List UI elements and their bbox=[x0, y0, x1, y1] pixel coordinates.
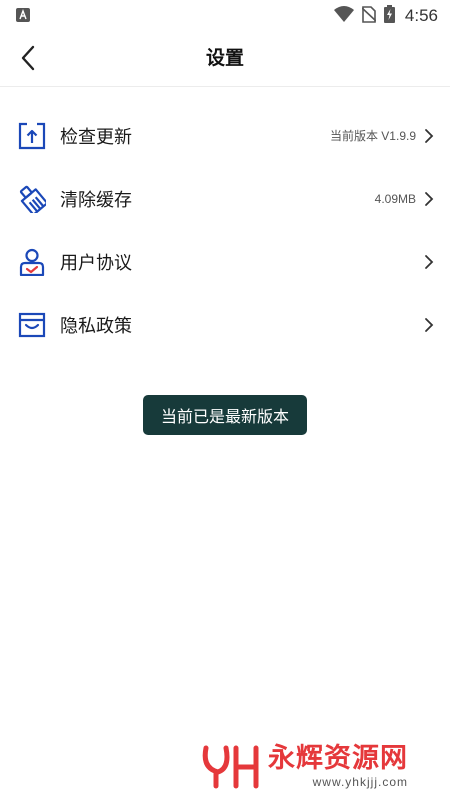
header-divider bbox=[0, 86, 450, 87]
broom-icon bbox=[18, 185, 46, 213]
menu-item-check-update[interactable]: 检查更新 当前版本 V1.9.9 bbox=[0, 104, 450, 167]
menu-item-label: 清除缓存 bbox=[60, 189, 132, 211]
wifi-icon bbox=[333, 6, 354, 26]
menu-item-label: 用户协议 bbox=[60, 252, 132, 274]
chevron-right-icon bbox=[422, 190, 436, 208]
battery-charging-icon bbox=[383, 5, 395, 27]
app-notification-icon bbox=[16, 7, 30, 26]
chevron-right-icon bbox=[422, 127, 436, 145]
watermark-logo-icon bbox=[202, 745, 259, 789]
menu-item-privacy-policy[interactable]: 隐私政策 bbox=[0, 293, 450, 356]
status-bar: 4:56 bbox=[0, 0, 450, 32]
chevron-left-icon bbox=[21, 45, 35, 71]
settings-menu: 检查更新 当前版本 V1.9.9 清除缓存 4.09MB 用户协议 隐私政策 bbox=[0, 104, 450, 356]
user-agreement-icon bbox=[18, 248, 46, 276]
watermark-url: www.yhkjjj.com bbox=[312, 775, 408, 789]
upload-box-icon bbox=[18, 122, 46, 150]
menu-item-label: 隐私政策 bbox=[60, 315, 132, 337]
back-button[interactable] bbox=[10, 40, 46, 76]
status-time: 4:56 bbox=[404, 6, 438, 25]
menu-item-label: 检查更新 bbox=[60, 126, 132, 148]
chevron-right-icon bbox=[422, 316, 436, 334]
chevron-right-icon bbox=[422, 253, 436, 271]
menu-item-clear-cache[interactable]: 清除缓存 4.09MB bbox=[0, 167, 450, 230]
cache-size-text: 4.09MB bbox=[374, 191, 416, 206]
watermark: 永辉资源网 www.yhkjjj.com bbox=[200, 738, 440, 794]
app-header: 设置 bbox=[0, 32, 450, 84]
page-title: 设置 bbox=[205, 47, 244, 69]
current-version-text: 当前版本 V1.9.9 bbox=[329, 129, 416, 143]
no-sim-icon bbox=[361, 5, 377, 27]
toast-message: 当前已是最新版本 bbox=[143, 395, 307, 435]
privacy-tray-icon bbox=[18, 311, 46, 339]
menu-item-user-agreement[interactable]: 用户协议 bbox=[0, 230, 450, 293]
watermark-title: 永辉资源网 bbox=[268, 743, 408, 774]
